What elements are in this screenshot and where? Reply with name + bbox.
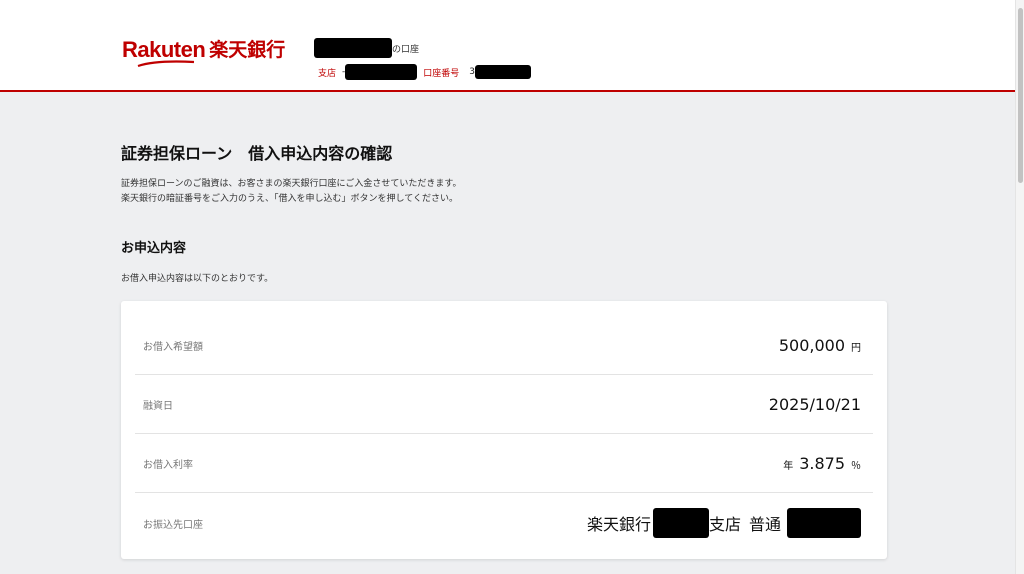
- loan-date-value-group: 2025/10/21: [769, 395, 861, 414]
- interest-rate-row: お借入利率 年 3.875 ％: [135, 435, 873, 493]
- amount-unit: 円: [851, 343, 861, 354]
- logo-bank-text: 楽天銀行: [209, 39, 286, 61]
- amount-value-group: 500,000 円: [779, 336, 861, 355]
- transfer-account-value: 楽天銀行 支店 普通: [587, 508, 861, 538]
- redacted-transfer-account-number: [787, 508, 861, 538]
- redacted-account-number: [475, 65, 532, 79]
- interest-rate-value: 3.875: [799, 454, 845, 473]
- logo-rakuten-text: Rakuten: [122, 37, 206, 62]
- application-details-card: お借入希望額 500,000 円 融資日 2025/10/21 お借入利率 年 …: [121, 301, 887, 559]
- page-scrollbar[interactable]: [1015, 0, 1024, 574]
- intro-line-1: 証券担保ローンのご融資は、お客さまの楽天銀行口座にご入金させていただきます。: [121, 179, 462, 189]
- amount-value: 500,000: [778, 336, 845, 355]
- transfer-account-row: お振込先口座 楽天銀行 支店 普通: [135, 494, 873, 552]
- interest-rate-unit: ％: [851, 461, 861, 472]
- scrollbar-thumb[interactable]: [1018, 8, 1023, 183]
- account-number-label: 口座番号: [423, 68, 460, 79]
- loan-date-row: 融資日 2025/10/21: [135, 376, 873, 434]
- redacted-branch: [345, 64, 418, 80]
- transfer-branch-suffix: 支店: [708, 515, 741, 534]
- transfer-account-type: 普通: [748, 515, 781, 534]
- amount-label: お借入希望額: [143, 342, 203, 353]
- redacted-name: [314, 38, 392, 58]
- account-holder-line: の口座: [314, 38, 419, 58]
- interest-rate-label: お借入利率: [143, 460, 193, 471]
- intro-line-2: 楽天銀行の暗証番号をご入力のうえ、「借入を申し込む」ボタンを押してください。: [121, 194, 458, 204]
- account-info-line: 支店 - 口座番号 3: [318, 64, 532, 80]
- loan-date-value: 2025/10/21: [768, 395, 861, 414]
- logo-swoosh-icon: [137, 60, 195, 68]
- transfer-bank-name: 楽天銀行: [586, 515, 651, 534]
- section-note: お借入申込内容は以下のとおりです。: [121, 274, 274, 284]
- section-title: お申込内容: [121, 241, 187, 256]
- interest-rate-value-group: 年 3.875 ％: [783, 454, 861, 473]
- redacted-transfer-branch: [652, 508, 709, 538]
- account-suffix: の口座: [392, 44, 420, 55]
- loan-date-label: 融資日: [143, 401, 173, 412]
- intro-text: 証券担保ローンのご融資は、お客さまの楽天銀行口座にご入金させていただきます。 楽…: [121, 177, 461, 207]
- interest-rate-prefix: 年: [783, 461, 794, 472]
- page-title: 証券担保ローン 借入申込内容の確認: [121, 144, 393, 163]
- rakuten-bank-logo[interactable]: Rakuten 楽天銀行: [122, 37, 286, 68]
- amount-row: お借入希望額 500,000 円: [135, 317, 873, 375]
- site-header: Rakuten 楽天銀行 の口座 支店 - 口座番号 3: [0, 0, 1015, 92]
- transfer-account-label: お振込先口座: [143, 519, 203, 531]
- branch-label: 支店: [318, 68, 337, 79]
